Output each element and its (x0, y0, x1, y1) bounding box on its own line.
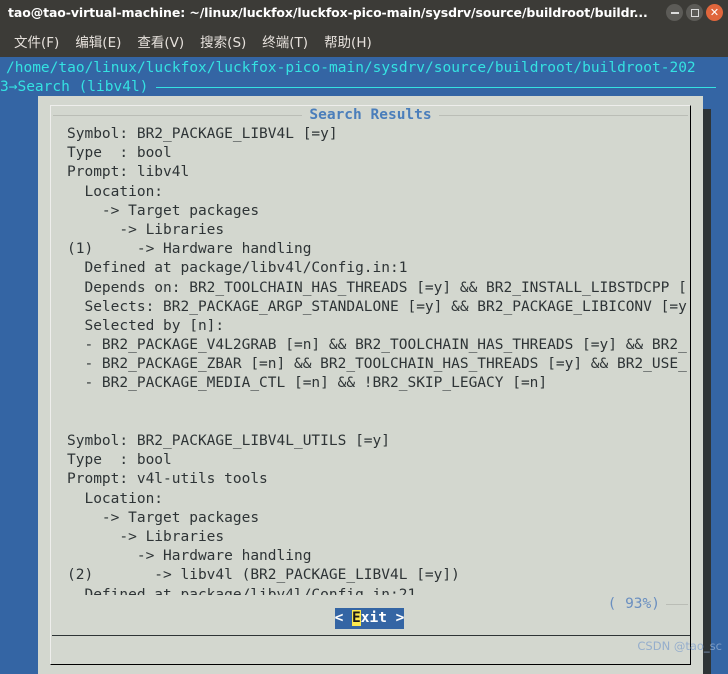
result-line: Defined at package/libv4l/Config.in:21 (67, 586, 417, 596)
result-line: (1) -> Hardware handling (67, 241, 312, 258)
exit-button-prefix: < (334, 610, 353, 626)
breadcrumb-path-line2: 3→Search (libv4l) (0, 79, 149, 95)
menu-bar: 文件(F) 编辑(E) 查看(V) 搜索(S) 终端(T) 帮助(H) (0, 25, 728, 57)
close-icon: ✕ (709, 5, 720, 19)
result-line: -> Libraries (67, 528, 225, 545)
maximize-button[interactable] (686, 4, 703, 21)
result-line: Defined at package/libv4l/Config.in:1 (67, 260, 408, 277)
result-line: Selects: BR2_PACKAGE_ARGP_STANDALONE [=y… (67, 298, 687, 315)
dialog-title: Search Results (309, 106, 432, 123)
close-button[interactable]: ✕ (706, 4, 723, 21)
dialog-title-rule-left (53, 115, 303, 116)
exit-button-rest: xit > (360, 610, 405, 626)
result-line (67, 394, 688, 413)
search-results-dialog: Search Results Symbol: BR2_PACKAGE_LIBV4… (38, 96, 703, 674)
result-line: - BR2_PACKAGE_MEDIA_CTL [=n] && !BR2_SKI… (67, 375, 548, 392)
terminal-area[interactable]: /home/tao/linux/luckfox/luckfox-pico-mai… (0, 57, 728, 674)
result-line: Depends on: BR2_TOOLCHAIN_HAS_THREADS [=… (67, 279, 687, 296)
result-line: -> Target packages (67, 202, 260, 219)
screenshot-root: tao@tao-virtual-machine: ~/linux/luckfox… (0, 0, 728, 674)
result-line: Prompt: libv4l (67, 164, 190, 181)
window-controls: ✕ (666, 4, 728, 21)
result-line: Symbol: BR2_PACKAGE_LIBV4L [=y] (67, 126, 338, 142)
result-line: Type : bool (67, 452, 172, 469)
window-titlebar: tao@tao-virtual-machine: ~/linux/luckfox… (0, 0, 728, 25)
window-title: tao@tao-virtual-machine: ~/linux/luckfox… (8, 5, 648, 20)
breadcrumb-rule (156, 87, 716, 89)
minimize-button[interactable] (666, 4, 683, 21)
dialog-inner-frame: Search Results Symbol: BR2_PACKAGE_LIBV4… (50, 105, 691, 665)
menu-view[interactable]: 查看(V) (129, 29, 192, 54)
menu-search[interactable]: 搜索(S) (192, 29, 254, 54)
breadcrumb-path-line1: /home/tao/linux/luckfox/luckfox-pico-mai… (6, 60, 696, 76)
menu-help[interactable]: 帮助(H) (316, 29, 380, 54)
menu-edit[interactable]: 编辑(E) (67, 29, 129, 54)
result-line: Location: (67, 183, 164, 200)
watermark: CSDN @tao_sc (637, 638, 722, 653)
dialog-button-row: < Exit > (51, 608, 688, 630)
result-line: - BR2_PACKAGE_V4L2GRAB [=n] && BR2_TOOLC… (67, 337, 687, 354)
result-line: -> Libraries (67, 221, 225, 238)
maximize-icon (690, 8, 699, 17)
result-line: Selected by [n]: (67, 317, 225, 334)
menu-terminal[interactable]: 终端(T) (254, 29, 316, 54)
dialog-title-row: Search Results (51, 106, 690, 125)
result-line: - BR2_PACKAGE_ZBAR [=n] && BR2_TOOLCHAIN… (67, 356, 687, 373)
result-line: (2) -> libv4l (BR2_PACKAGE_LIBV4L [=y]) (67, 567, 460, 584)
dialog-title-rule-right (438, 115, 688, 116)
menu-file[interactable]: 文件(F) (6, 29, 67, 54)
breadcrumb: 3→Search (libv4l) (0, 78, 722, 97)
minimize-icon (670, 11, 679, 14)
search-results-text[interactable]: Symbol: BR2_PACKAGE_LIBV4L [=y] Type : b… (51, 125, 688, 595)
result-line: Location: (67, 490, 164, 507)
exit-button-hotkey: E (352, 610, 361, 626)
result-line: Type : bool (67, 145, 172, 162)
progress-rule-right (666, 604, 688, 606)
dialog-button-separator (52, 635, 690, 636)
result-line: Prompt: v4l-utils tools (67, 471, 268, 488)
result-line: Symbol: BR2_PACKAGE_LIBV4L_UTILS [=y] (67, 433, 391, 449)
result-line: -> Target packages (67, 509, 260, 526)
result-line: -> Hardware handling (67, 548, 312, 565)
exit-button[interactable]: < Exit > (334, 608, 405, 630)
result-line (67, 413, 688, 432)
